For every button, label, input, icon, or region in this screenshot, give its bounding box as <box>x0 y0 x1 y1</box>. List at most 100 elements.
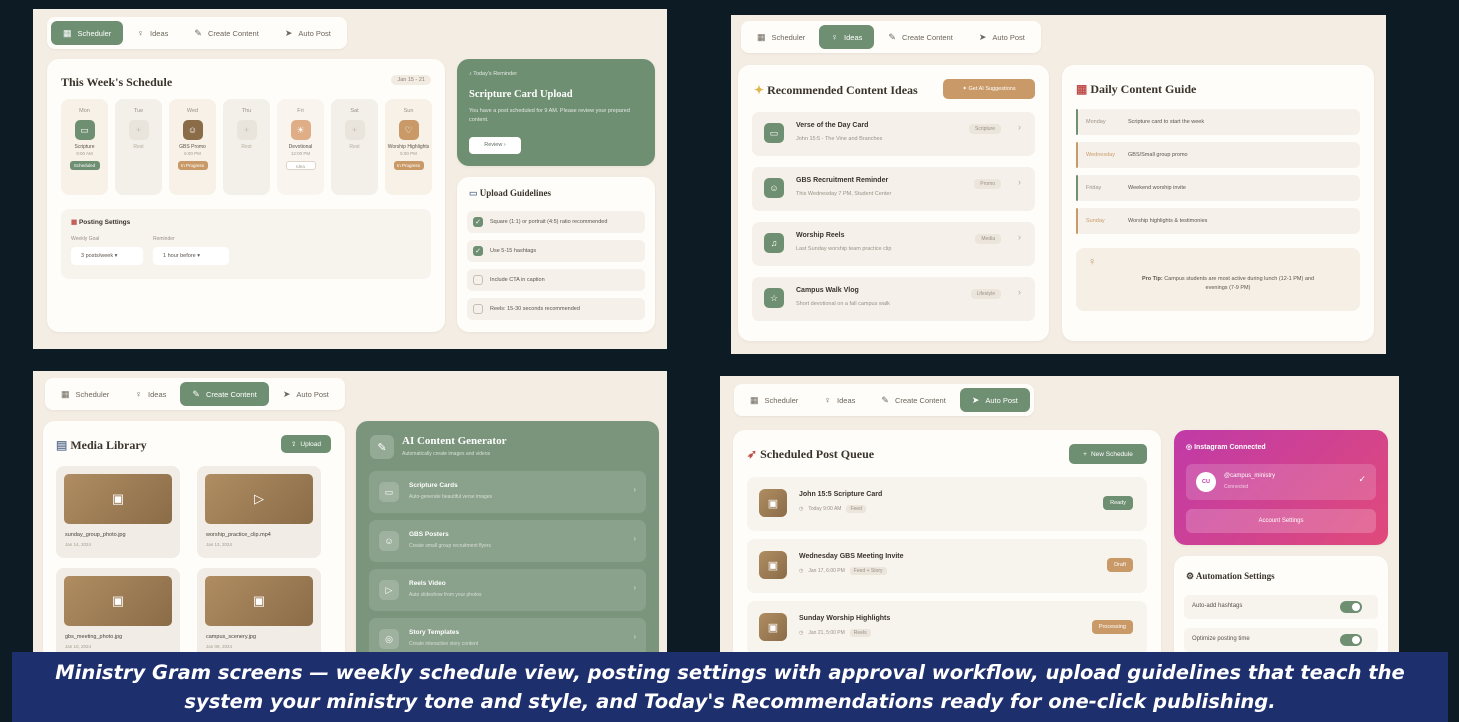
tab-create-content[interactable]: ✎ Create Content <box>876 25 964 49</box>
guideline-item[interactable]: Include CTA in caption <box>467 269 645 291</box>
idea-item[interactable]: ♫ Worship Reels Last Sunday worship team… <box>752 222 1035 266</box>
day-fri[interactable]: Fri ☀ Devotional 12:00 PM Idea <box>277 99 324 195</box>
tab-ideas[interactable]: ♀ Ideas <box>125 21 180 45</box>
wand-icon: ✎ <box>370 435 394 459</box>
schedule-title: This Week's Schedule <box>61 75 173 89</box>
book-icon: ▭ <box>469 188 478 198</box>
panel-auto-post: ▦ Scheduler ♀ Ideas ✎ Create Content ➤ Auto … <box>720 376 1399 652</box>
instagram-icon: ◎ <box>379 629 399 649</box>
tab-scheduler[interactable]: ▦ Scheduler <box>738 388 810 412</box>
day-sun[interactable]: Sun ♡ Worship Highlights 5:00 PM In Prog… <box>385 99 432 195</box>
send-icon: ➤ <box>978 31 987 42</box>
play-icon: ▷ <box>379 580 399 600</box>
wand-icon: ✎ <box>194 27 202 38</box>
tab-auto-post[interactable]: ➤ Auto Post <box>959 388 1030 412</box>
review-button[interactable]: Review › <box>469 137 521 154</box>
image-icon: ▣ <box>64 474 172 524</box>
account-settings-button[interactable]: Account Settings <box>1186 509 1376 533</box>
posting-settings: ▦ Posting Settings Weekly Goal Reminder … <box>61 209 431 279</box>
people-icon: ☺ <box>182 120 203 140</box>
category-tag: Media <box>975 234 1001 244</box>
lightbulb-icon: ♀ <box>135 389 143 399</box>
book-icon: ▭ <box>74 120 95 140</box>
status-badge: Ready <box>1103 496 1133 510</box>
checkbox-checked-icon[interactable]: ✓ <box>473 217 483 227</box>
media-item[interactable]: ▣ sunday_group_photo.jpg Jan 14, 2024 <box>56 466 180 558</box>
chevron-right-icon: › <box>503 142 506 148</box>
generator-item[interactable]: ▷ Reels Video Auto slideshow from your p… <box>369 569 646 611</box>
queue-item[interactable]: ▣ Wednesday GBS Meeting Invite ◷ Jan 17, … <box>747 539 1147 593</box>
category-tag: Promo <box>974 179 1001 189</box>
generator-item[interactable]: ☺ GBS Posters Create small group recruit… <box>369 520 646 562</box>
calendar-icon: ▦ <box>1076 82 1088 96</box>
optimize-time-toggle[interactable] <box>1340 634 1362 646</box>
media-item[interactable]: ▷ worship_practice_clip.mp4 Jan 13, 2024 <box>197 466 321 558</box>
tab-create-content[interactable]: ✎ Create Content <box>180 382 269 406</box>
new-schedule-button[interactable]: + New Schedule <box>1069 444 1147 464</box>
lightbulb-icon: ♀ <box>137 28 145 38</box>
day-sat[interactable]: Sat + Rest <box>331 99 378 195</box>
ideas-title: ✦ Recommended Content Ideas <box>754 83 918 97</box>
guide-row: Friday Weekend worship invite <box>1076 175 1360 201</box>
day-tue[interactable]: Tue + Rest <box>115 99 162 195</box>
tab-auto-post[interactable]: ➤ Auto Post <box>967 25 1037 49</box>
bell-icon: ♪ <box>469 71 472 77</box>
queue-item[interactable]: ▣ John 15:5 Scripture Card ◷ Today 9:00 A… <box>747 477 1147 531</box>
media-library-card: ▤ Media Library ⇪ Upload ▣ sunday_group_p… <box>43 421 345 652</box>
schedule-card: This Week's Schedule Jan 15 - 21 Mon ▭ S… <box>47 59 445 332</box>
reminder-select[interactable]: 1 hour before ▾ <box>153 247 229 265</box>
guideline-item[interactable]: ✓ Use 5-15 hashtags <box>467 240 645 262</box>
weekly-goal-select[interactable]: 3 posts/week ▾ <box>71 247 143 265</box>
plus-icon: + <box>236 120 257 140</box>
image-icon: ▣ <box>205 576 313 626</box>
play-icon: ▷ <box>205 474 313 524</box>
tab-scheduler[interactable]: ▦ Scheduler <box>51 21 124 45</box>
get-ai-suggestions-button[interactable]: ✦ Get AI Suggestions <box>943 79 1035 99</box>
media-item[interactable]: ▣ gbs_meeting_photo.jpg Jan 10, 2024 <box>56 568 180 652</box>
tab-ideas[interactable]: ♀ Ideas <box>819 25 875 49</box>
caption-banner: Ministry Gram screens — weekly schedule … <box>12 652 1448 722</box>
guideline-item[interactable]: Reels: 15-30 seconds recommended <box>467 298 645 320</box>
tab-auto-post[interactable]: ➤ Auto Post <box>271 382 341 406</box>
tab-auto-post[interactable]: ➤ Auto Post <box>273 21 343 45</box>
idea-item[interactable]: ☆ Campus Walk Vlog Short devotional on a… <box>752 277 1035 321</box>
guide-row: Monday Scripture card to start the week <box>1076 109 1360 135</box>
checkbox-icon[interactable] <box>473 304 483 314</box>
generator-item[interactable]: ▭ Scripture Cards Auto-generate beautifu… <box>369 471 646 513</box>
image-icon: ▣ <box>759 489 787 517</box>
auto-hashtags-toggle[interactable] <box>1340 601 1362 613</box>
book-icon: ▭ <box>764 123 784 143</box>
tab-create-content[interactable]: ✎ Create Content <box>182 21 270 45</box>
day-thu[interactable]: Thu + Rest <box>223 99 270 195</box>
idea-item[interactable]: ▭ Verse of the Day Card John 15:5 - The … <box>752 112 1035 156</box>
queue-item[interactable]: ▣ Sunday Worship Highlights ◷ Jan 21, 5:0… <box>747 601 1147 652</box>
ai-generator-title: AI Content Generator <box>402 435 507 447</box>
book-icon: ▭ <box>379 482 399 502</box>
tab-create-content[interactable]: ✎ Create Content <box>869 388 957 412</box>
tab-ideas[interactable]: ♀ Ideas <box>123 382 178 406</box>
category-tag: Scripture <box>968 124 1001 134</box>
idea-item[interactable]: ☺ GBS Recruitment Reminder This Wednesda… <box>752 167 1035 211</box>
tab-scheduler[interactable]: ▦ Scheduler <box>745 25 817 49</box>
day-mon[interactable]: Mon ▭ Scripture 9:00 AM Scheduled <box>61 99 108 195</box>
media-item[interactable]: ▣ campus_scenery.jpg Jan 08, 2024 <box>197 568 321 652</box>
calendar-icon: ▦ <box>757 31 766 42</box>
folder-icon: ▤ <box>56 438 68 452</box>
caption-line-1: Ministry Gram screens — weekly schedule … <box>55 661 1405 684</box>
chevron-down-icon: ▾ <box>197 253 201 259</box>
upload-guidelines-title: ▭ Upload Guidelines <box>469 188 552 198</box>
day-wed[interactable]: Wed ☺ GBS Promo 6:00 PM In Progress <box>169 99 216 195</box>
avatar: CU <box>1196 472 1216 492</box>
tab-scheduler[interactable]: ▦ Scheduler <box>49 382 121 406</box>
upload-button[interactable]: ⇪ Upload <box>281 435 331 453</box>
checkbox-checked-icon[interactable]: ✓ <box>473 246 483 256</box>
account-row: CU @campus_ministry Connected ✓ <box>1186 464 1376 500</box>
checkbox-icon[interactable] <box>473 275 483 285</box>
status-badge: Idea <box>285 160 316 170</box>
generator-item[interactable]: ◎ Story Templates Create interactive sto… <box>369 618 646 652</box>
clock-icon: ◷ <box>799 506 804 512</box>
image-icon: ▣ <box>759 551 787 579</box>
guideline-item[interactable]: ✓ Square (1:1) or portrait (4:5) ratio re… <box>467 211 645 233</box>
chevron-right-icon: › <box>633 485 636 494</box>
tab-ideas[interactable]: ♀ Ideas <box>812 388 867 412</box>
